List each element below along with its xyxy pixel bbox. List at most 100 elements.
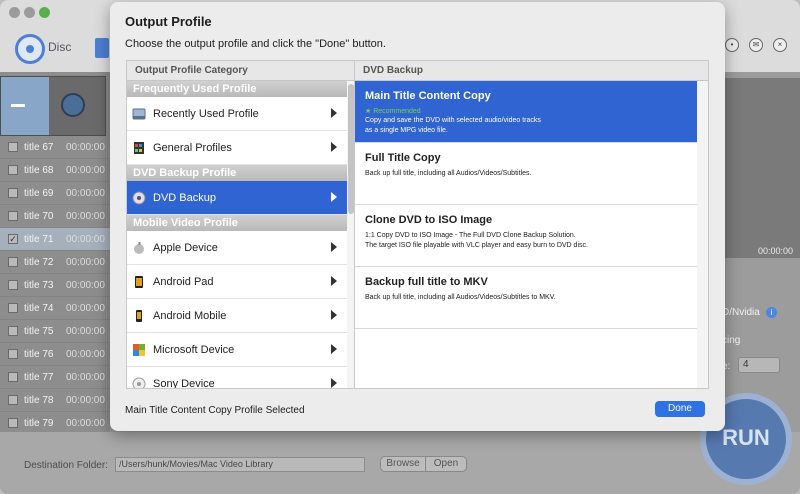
core-use-select[interactable]: 4 xyxy=(738,357,780,373)
title-duration: 00:00:00 xyxy=(66,164,105,176)
disc-icon xyxy=(132,191,146,205)
profile-name: Backup full title to MKV xyxy=(365,276,488,288)
category-list: Frequently Used Profile Recently Used Pro… xyxy=(127,81,347,388)
recommended-badge: ★ Recommended xyxy=(365,108,421,115)
title-checkbox[interactable] xyxy=(8,372,18,382)
recent-icon xyxy=(132,107,146,121)
window-zoom-button[interactable] xyxy=(39,7,50,18)
profile-item[interactable]: Backup full title to MKV Back up full tit… xyxy=(355,267,697,329)
profile-description: as a single MPG video file. xyxy=(365,127,448,134)
category-section-header: DVD Backup Profile xyxy=(127,165,347,181)
category-item-label: Android Mobile xyxy=(153,309,227,322)
dvd-disc-icon[interactable] xyxy=(15,34,45,64)
profile-description: Copy and save the DVD with selected audi… xyxy=(365,117,541,124)
category-scrollbar[interactable] xyxy=(347,81,354,388)
folder-icon[interactable] xyxy=(95,38,109,58)
title-row[interactable]: title 78 00:00:00 xyxy=(0,389,110,412)
title-name: title 74 xyxy=(24,302,54,314)
title-duration: 00:00:00 xyxy=(66,279,105,291)
title-name: title 71 xyxy=(24,233,54,245)
video-preview xyxy=(722,78,800,258)
window-close-button[interactable] xyxy=(9,7,20,18)
user-icon[interactable]: • xyxy=(725,38,739,52)
sony-icon xyxy=(132,377,146,388)
category-item[interactable]: Recently Used Profile xyxy=(127,97,347,131)
close-circle-icon[interactable]: × xyxy=(773,38,787,52)
title-row[interactable]: title 74 00:00:00 xyxy=(0,297,110,320)
category-item[interactable]: Android Mobile xyxy=(127,299,347,333)
category-panel: Output Profile Category Frequently Used … xyxy=(126,60,354,389)
disc-button-label[interactable]: Disc xyxy=(48,40,71,54)
output-profile-dialog: Output Profile Choose the output profile… xyxy=(110,2,725,431)
open-button[interactable]: Open xyxy=(425,456,467,472)
profile-scrollbar[interactable] xyxy=(697,81,708,388)
title-checkbox[interactable] xyxy=(8,142,18,152)
profile-item[interactable]: Full Title Copy Back up full title, inclu… xyxy=(355,143,697,205)
category-item[interactable]: Microsoft Device xyxy=(127,333,347,367)
title-duration: 00:00:00 xyxy=(66,394,105,406)
title-name: title 79 xyxy=(24,417,54,429)
profile-description: Back up full title, including all Audios… xyxy=(365,294,556,301)
title-row[interactable]: title 68 00:00:00 xyxy=(0,159,110,182)
phone-icon xyxy=(132,309,146,323)
title-duration: 00:00:00 xyxy=(66,187,105,199)
destination-field[interactable]: /Users/hunk/Movies/Mac Video Library xyxy=(115,457,365,472)
category-section-header: Frequently Used Profile xyxy=(127,81,347,97)
category-item[interactable]: Apple Device xyxy=(127,231,347,265)
category-item-label: DVD Backup xyxy=(153,191,216,204)
category-item-label: Recently Used Profile xyxy=(153,107,259,120)
category-item[interactable]: Sony Device xyxy=(127,367,347,388)
disc-thumbnail-icon xyxy=(61,93,85,117)
title-duration: 00:00:00 xyxy=(66,325,105,337)
category-item[interactable]: General Profiles xyxy=(127,131,347,165)
title-checkbox[interactable] xyxy=(8,418,18,428)
title-row[interactable]: title 72 00:00:00 xyxy=(0,251,110,274)
chevron-right-icon xyxy=(331,108,337,118)
chevron-right-icon xyxy=(331,192,337,202)
category-item-label: General Profiles xyxy=(153,141,232,154)
chevron-right-icon xyxy=(331,344,337,354)
title-checkbox[interactable] xyxy=(8,349,18,359)
title-duration: 00:00:00 xyxy=(66,371,105,383)
title-checkbox[interactable]: ✓ xyxy=(8,234,18,244)
mail-icon[interactable]: ✉ xyxy=(749,38,763,52)
info-icon[interactable]: i xyxy=(766,307,777,318)
title-row[interactable]: title 73 00:00:00 xyxy=(0,274,110,297)
title-checkbox[interactable] xyxy=(8,395,18,405)
title-duration: 00:00:00 xyxy=(66,210,105,222)
title-list: title 67 00:00:00 title 68 00:00:00 title 69… xyxy=(0,136,110,435)
profile-item[interactable]: Clone DVD to ISO Image 1:1 Copy DVD to IS… xyxy=(355,205,697,267)
category-item[interactable]: DVD Backup xyxy=(127,181,347,215)
title-checkbox[interactable] xyxy=(8,257,18,267)
title-row[interactable]: title 75 00:00:00 xyxy=(0,320,110,343)
profile-name: Main Title Content Copy xyxy=(365,90,491,102)
title-row[interactable]: ✓ title 71 00:00:00 xyxy=(0,228,110,251)
dialog-title: Output Profile xyxy=(125,14,212,29)
title-checkbox[interactable] xyxy=(8,280,18,290)
selection-status: Main Title Content Copy Profile Selected xyxy=(125,405,305,416)
profile-description: Back up full title, including all Audios… xyxy=(365,170,532,177)
category-item-label: Android Pad xyxy=(153,275,214,288)
title-checkbox[interactable] xyxy=(8,211,18,221)
title-row[interactable]: title 77 00:00:00 xyxy=(0,366,110,389)
title-duration: 00:00:00 xyxy=(66,348,105,360)
title-duration: 00:00:00 xyxy=(66,233,105,245)
title-row[interactable]: title 70 00:00:00 xyxy=(0,205,110,228)
title-row[interactable]: title 76 00:00:00 xyxy=(0,343,110,366)
browse-button[interactable]: Browse xyxy=(380,456,426,472)
title-checkbox[interactable] xyxy=(8,326,18,336)
title-checkbox[interactable] xyxy=(8,165,18,175)
title-name: title 73 xyxy=(24,279,54,291)
category-item-label: Microsoft Device xyxy=(153,343,235,356)
title-duration: 00:00:00 xyxy=(66,256,105,268)
title-row[interactable]: title 69 00:00:00 xyxy=(0,182,110,205)
title-name: title 76 xyxy=(24,348,54,360)
window-minimize-button[interactable] xyxy=(24,7,35,18)
title-checkbox[interactable] xyxy=(8,188,18,198)
done-button[interactable]: Done xyxy=(655,401,705,417)
title-checkbox[interactable] xyxy=(8,303,18,313)
category-item[interactable]: Android Pad xyxy=(127,265,347,299)
title-name: title 72 xyxy=(24,256,54,268)
title-row[interactable]: title 67 00:00:00 xyxy=(0,136,110,159)
profile-item[interactable]: Main Title Content Copy ★ Recommended Copy… xyxy=(355,81,697,143)
